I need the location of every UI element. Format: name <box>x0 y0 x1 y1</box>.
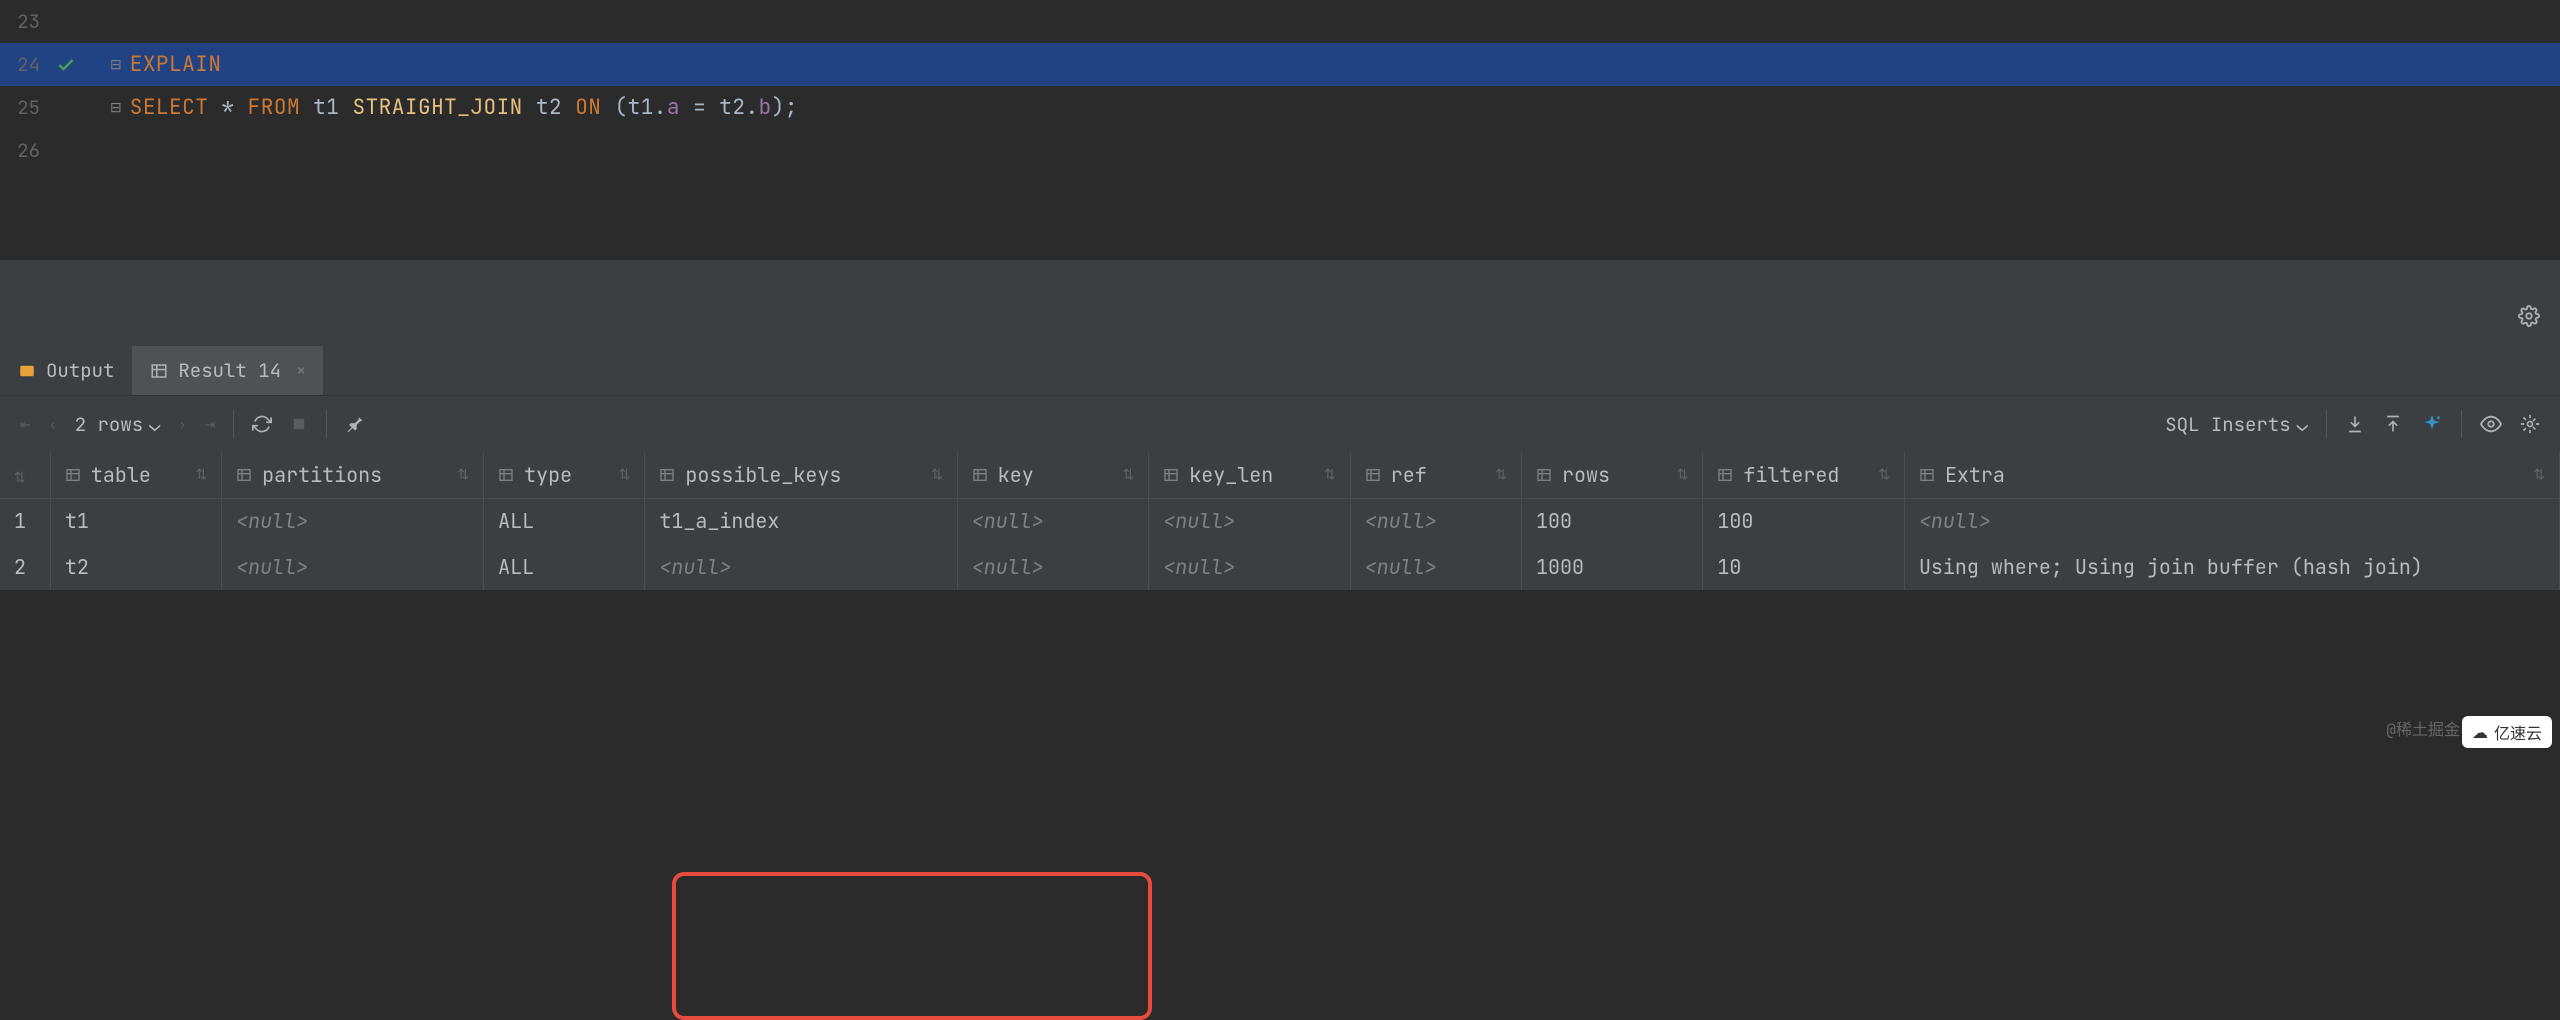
cloud-badge: ☁ 亿速云 <box>2462 716 2552 748</box>
cell-key[interactable]: <null> <box>957 544 1148 590</box>
cell-possible_keys[interactable]: <null> <box>645 544 957 590</box>
ai-assist-button[interactable] <box>2421 413 2443 435</box>
table-row[interactable]: 2t2<null>ALL<null><null><null><null>1000… <box>0 544 2560 590</box>
code-line[interactable]: 25 ⊟ SELECT * FROM t1 STRAIGHT_JOIN t2 ON … <box>0 86 2560 129</box>
row-num-header[interactable]: ⇅ <box>0 452 50 498</box>
column-header-possible_keys[interactable]: possible_keys⇅ <box>645 452 957 498</box>
code-line[interactable]: 24 ⊟ EXPLAIN <box>0 43 2560 86</box>
cell-type[interactable]: ALL <box>484 498 645 544</box>
cell-key[interactable]: <null> <box>957 498 1148 544</box>
prev-page-button[interactable]: ‹ <box>49 416 57 433</box>
cell-Extra[interactable]: <null> <box>1904 498 2559 544</box>
result-toolbar: ⇤ ‹ 2 rows ⌄ › ⇥ SQL Inserts ⌄ <box>0 396 2560 452</box>
tab-result-label: Result 14 <box>178 358 281 383</box>
results-table-wrapper: ⇅table⇅partitions⇅type⇅possible_keys⇅key… <box>0 452 2560 590</box>
column-header-rows[interactable]: rows⇅ <box>1522 452 1703 498</box>
column-header-key_len[interactable]: key_len⇅ <box>1149 452 1351 498</box>
cell-ref[interactable]: <null> <box>1350 498 1521 544</box>
download-button[interactable] <box>2345 414 2365 434</box>
gear-icon[interactable] <box>2518 305 2540 331</box>
fold-marker[interactable]: ⊟ <box>110 99 122 117</box>
column-header-filtered[interactable]: filtered⇅ <box>1703 452 1905 498</box>
cell-filtered[interactable]: 100 <box>1703 498 1905 544</box>
close-icon[interactable]: ✕ <box>297 362 305 380</box>
results-table[interactable]: ⇅table⇅partitions⇅type⇅possible_keys⇅key… <box>0 452 2560 590</box>
cell-key_len[interactable]: <null> <box>1149 544 1351 590</box>
result-tabs: Output Result 14 ✕ <box>0 346 2560 396</box>
cell-table[interactable]: t2 <box>50 544 221 590</box>
rows-count-dropdown[interactable]: 2 rows ⌄ <box>75 412 161 437</box>
cell-table[interactable]: t1 <box>50 498 221 544</box>
cell-ref[interactable]: <null> <box>1350 544 1521 590</box>
panel-toolbar <box>0 290 2560 346</box>
first-page-button[interactable]: ⇤ <box>20 416 31 433</box>
cell-possible_keys[interactable]: t1_a_index <box>645 498 957 544</box>
cell-partitions[interactable]: <null> <box>222 498 484 544</box>
code-editor[interactable]: 23 24 ⊟ EXPLAIN 25 ⊟ SELECT * FROM t1 STRAIGHT… <box>0 0 2560 260</box>
cell-rows[interactable]: 1000 <box>1522 544 1703 590</box>
next-page-button[interactable]: › <box>179 416 187 433</box>
code-content[interactable]: EXPLAIN <box>130 51 222 78</box>
column-header-type[interactable]: type⇅ <box>484 452 645 498</box>
chevron-down-icon: ⌄ <box>149 412 160 437</box>
cell-type[interactable]: ALL <box>484 544 645 590</box>
highlight-annotation <box>672 872 1152 1020</box>
chevron-down-icon: ⌄ <box>2297 412 2308 437</box>
empty-area <box>0 590 2560 780</box>
fold-marker[interactable]: ⊟ <box>110 56 122 74</box>
eye-icon[interactable] <box>2480 413 2502 435</box>
table-icon <box>150 362 168 380</box>
column-header-key[interactable]: key⇅ <box>957 452 1148 498</box>
output-icon <box>18 362 36 380</box>
line-number: 23 <box>0 9 50 34</box>
row-number: 1 <box>0 498 50 544</box>
column-header-table[interactable]: table⇅ <box>50 452 221 498</box>
stop-button[interactable] <box>290 415 308 433</box>
code-line[interactable]: 26 <box>0 129 2560 172</box>
upload-button[interactable] <box>2383 414 2403 434</box>
cell-filtered[interactable]: 10 <box>1703 544 1905 590</box>
last-page-button[interactable]: ⇥ <box>204 416 215 433</box>
settings-icon[interactable] <box>2520 414 2540 434</box>
column-header-Extra[interactable]: Extra⇅ <box>1904 452 2559 498</box>
line-number: 24 <box>0 52 50 77</box>
pin-button[interactable] <box>345 414 365 434</box>
panel-divider <box>0 260 2560 290</box>
gutter-icons <box>50 55 110 75</box>
refresh-button[interactable] <box>252 414 272 434</box>
code-content[interactable]: SELECT * FROM t1 STRAIGHT_JOIN t2 ON (t1… <box>130 94 798 121</box>
line-number: 26 <box>0 138 50 163</box>
cell-partitions[interactable]: <null> <box>222 544 484 590</box>
table-row[interactable]: 1t1<null>ALLt1_a_index<null><null><null>… <box>0 498 2560 544</box>
export-format-dropdown[interactable]: SQL Inserts ⌄ <box>2165 412 2308 437</box>
tab-output[interactable]: Output <box>0 346 132 395</box>
row-number: 2 <box>0 544 50 590</box>
line-number: 25 <box>0 95 50 120</box>
cell-rows[interactable]: 100 <box>1522 498 1703 544</box>
column-header-partitions[interactable]: partitions⇅ <box>222 452 484 498</box>
code-line[interactable]: 23 <box>0 0 2560 43</box>
watermark: @稀土掘金 <box>2386 716 2460 740</box>
column-header-ref[interactable]: ref⇅ <box>1350 452 1521 498</box>
cell-Extra[interactable]: Using where; Using join buffer (hash joi… <box>1904 544 2559 590</box>
tab-result[interactable]: Result 14 ✕ <box>132 346 323 395</box>
cell-key_len[interactable]: <null> <box>1149 498 1351 544</box>
tab-output-label: Output <box>46 358 114 383</box>
cloud-icon: ☁ <box>2472 722 2488 743</box>
